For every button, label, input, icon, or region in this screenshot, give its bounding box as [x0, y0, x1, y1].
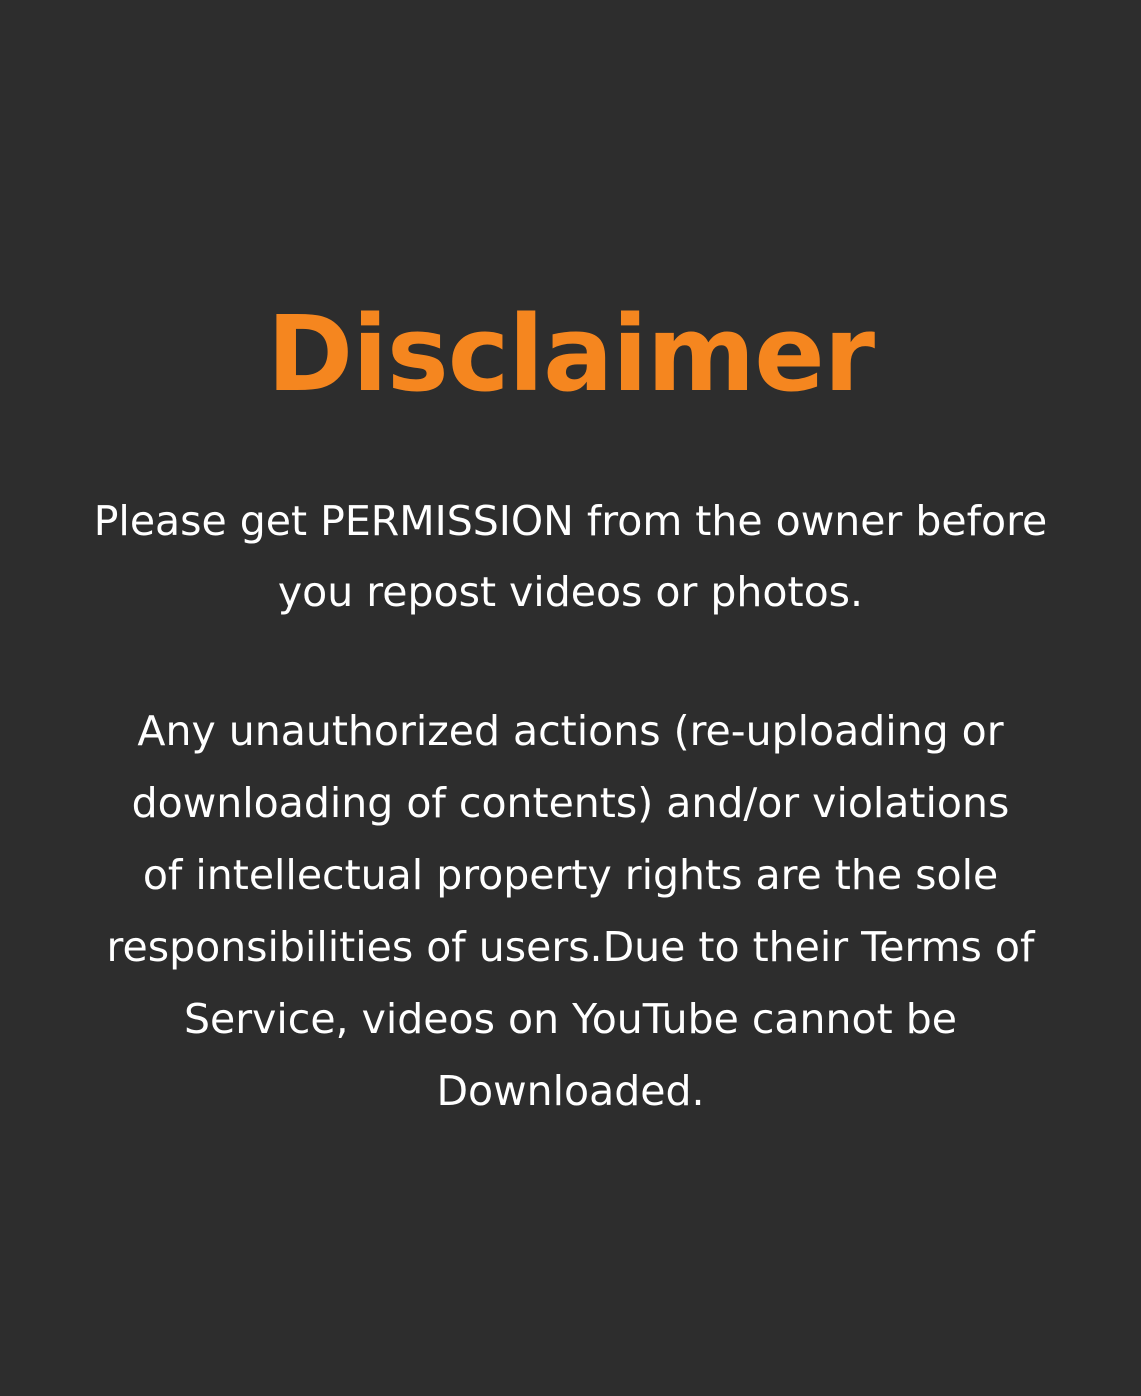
disclaimer-body-line-5: Service, videos on YouTube cannot be — [184, 995, 957, 1043]
disclaimer-body-line-6: Downloaded. — [436, 1067, 705, 1115]
disclaimer-screen: Disclaimer Please get PERMISSION from th… — [0, 0, 1141, 1396]
disclaimer-body-line-2: downloading of contents) and/or violatio… — [131, 779, 1010, 827]
disclaimer-body-line-4: responsibilities of users.Due to their T… — [106, 923, 1035, 971]
disclaimer-body: Any unauthorized actions (re-uploading o… — [71, 695, 1071, 1127]
disclaimer-title: Disclaimer — [266, 293, 875, 415]
permission-notice-line-2: you repost videos or photos. — [277, 568, 864, 616]
permission-notice: Please get PERMISSION from the owner bef… — [56, 486, 1086, 628]
disclaimer-body-line-1: Any unauthorized actions (re-uploading o… — [137, 707, 1004, 755]
disclaimer-content: Disclaimer Please get PERMISSION from th… — [0, 292, 1141, 1127]
permission-notice-line-1: Please get PERMISSION from the owner bef… — [93, 497, 1048, 545]
disclaimer-body-line-3: of intellectual property rights are the … — [142, 851, 999, 899]
